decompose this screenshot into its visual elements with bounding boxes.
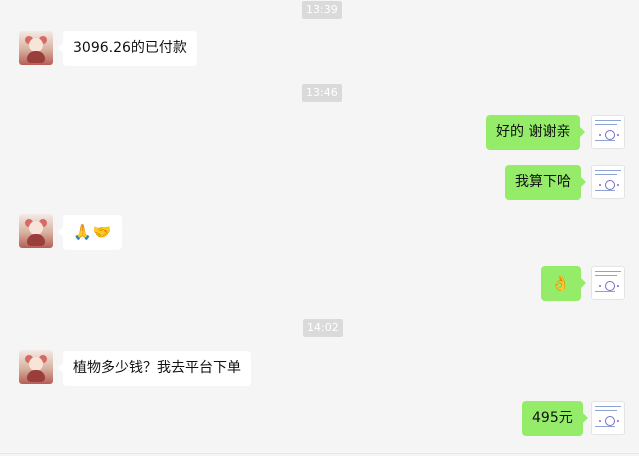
avatar-face-icon	[29, 38, 43, 52]
timestamp-badge: 14:02	[303, 319, 343, 337]
timestamp-badge: 13:46	[302, 84, 342, 102]
avatar-body-icon	[27, 370, 45, 382]
self-avatar[interactable]	[591, 266, 625, 300]
self-avatar[interactable]	[591, 115, 625, 149]
message-bubble[interactable]: 植物多少钱？我去平台下单	[58, 351, 251, 386]
document-thumbnail-icon	[595, 271, 621, 295]
message-bubble[interactable]: 好的 谢谢亲	[486, 115, 586, 150]
message-bubble[interactable]: 我算下哈	[505, 165, 586, 200]
bottom-divider	[0, 453, 639, 454]
self-avatar[interactable]	[591, 165, 625, 199]
timestamp-badge: 13:39	[302, 1, 342, 19]
message-bubble[interactable]: 495元	[522, 401, 588, 436]
document-thumbnail-icon	[595, 406, 621, 430]
chat-history[interactable]: 13:39 3096.26的已付款 13:46 好的 谢谢亲 我算下哈 🙏🤝 👌…	[0, 0, 639, 456]
avatar-body-icon	[27, 51, 45, 63]
contact-avatar[interactable]	[19, 350, 53, 384]
contact-avatar[interactable]	[19, 31, 53, 65]
message-bubble[interactable]: 3096.26的已付款	[58, 31, 197, 66]
avatar-face-icon	[29, 221, 43, 235]
avatar-body-icon	[27, 234, 45, 246]
message-bubble[interactable]: 👌	[541, 266, 586, 301]
message-bubble[interactable]: 🙏🤝	[57, 215, 123, 250]
document-thumbnail-icon	[595, 170, 621, 194]
self-avatar[interactable]	[591, 401, 625, 435]
avatar-face-icon	[29, 357, 43, 371]
contact-avatar[interactable]	[19, 214, 53, 248]
document-thumbnail-icon	[595, 120, 621, 144]
